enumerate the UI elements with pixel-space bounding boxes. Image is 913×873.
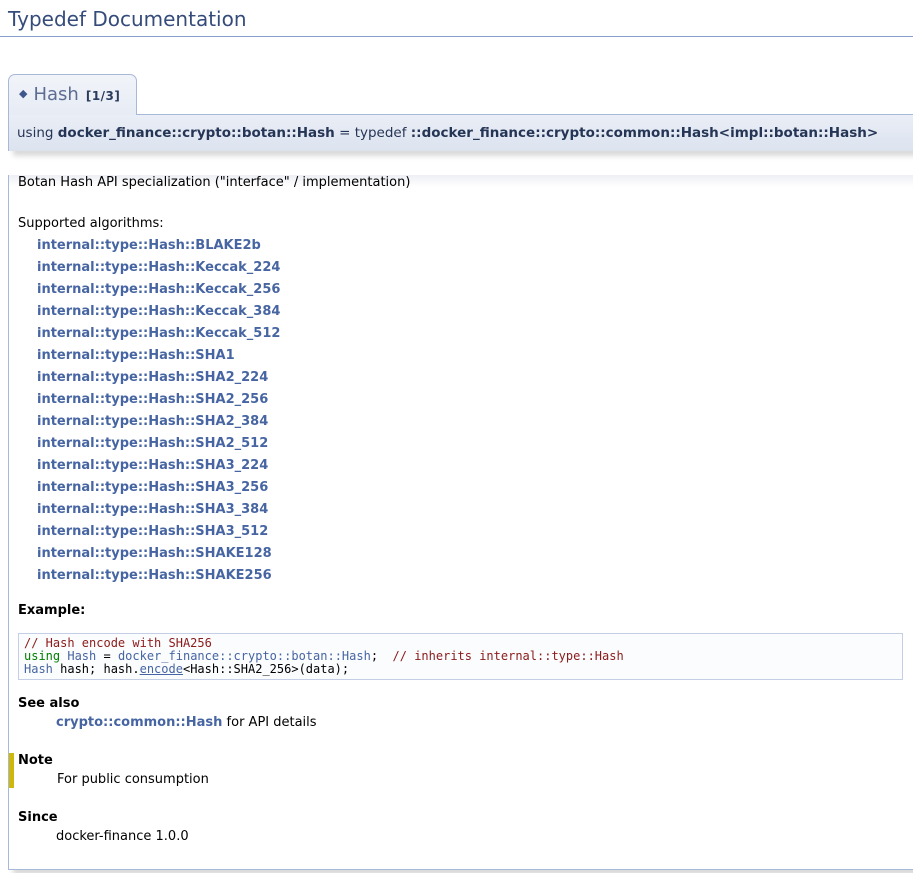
list-item: internal::type::Hash::SHA3_512 <box>37 521 903 543</box>
member-prototype: using docker_finance::crypto::botan::Has… <box>8 114 913 151</box>
list-item: internal::type::Hash::SHA2_512 <box>37 433 903 455</box>
code-comment: // inherits internal::type::Hash <box>393 649 624 663</box>
list-item: internal::type::Hash::SHA2_384 <box>37 411 903 433</box>
member-title-tab: ◆ Hash [1/3] <box>8 74 137 115</box>
note-text: For public consumption <box>57 772 903 788</box>
code-text: = <box>96 649 118 663</box>
list-item: internal::type::Hash::SHAKE256 <box>37 565 903 587</box>
page-title: Typedef Documentation <box>0 0 913 37</box>
since-text: docker-finance 1.0.0 <box>56 829 903 845</box>
list-item: internal::type::Hash::Keccak_384 <box>37 301 903 323</box>
proto-prefix: using <box>17 125 58 141</box>
member-item-hash: ◆Hash[1/3] using docker_finance::crypto:… <box>8 74 913 870</box>
algorithm-link[interactable]: internal::type::Hash::SHA3_224 <box>37 458 268 473</box>
note-section: Note For public consumption <box>9 753 903 788</box>
list-item: internal::type::Hash::SHA2_224 <box>37 367 903 389</box>
member-name: Hash <box>33 84 78 105</box>
list-item: internal::type::Hash::BLAKE2b <box>37 235 903 257</box>
list-item: internal::type::Hash::SHA3_384 <box>37 499 903 521</box>
proto-middle: = typedef <box>335 125 411 141</box>
algorithm-link[interactable]: internal::type::Hash::SHA2_256 <box>37 392 268 407</box>
list-item: internal::type::Hash::SHA3_256 <box>37 477 903 499</box>
algorithm-link[interactable]: internal::type::Hash::Keccak_224 <box>37 260 280 275</box>
member-overload-count: [1/3] <box>86 89 121 103</box>
code-botan-hash-link[interactable]: docker_finance::crypto::botan::Hash <box>118 649 371 663</box>
code-encode-link[interactable]: encode <box>140 662 183 676</box>
algorithm-link[interactable]: internal::type::Hash::SHA2_224 <box>37 370 268 385</box>
anchor-diamond-icon[interactable]: ◆ <box>19 87 27 100</box>
since-label: Since <box>18 810 903 826</box>
example-heading: Example: <box>18 603 903 618</box>
list-item: internal::type::Hash::SHA2_256 <box>37 389 903 411</box>
supported-algorithms-section: Supported algorithms: internal::type::Ha… <box>18 213 903 587</box>
typedef-target-type: ::docker_finance::crypto::common::Hash<i… <box>411 125 878 141</box>
algorithm-link[interactable]: internal::type::Hash::SHAKE256 <box>37 568 272 583</box>
algorithm-link[interactable]: internal::type::Hash::SHA2_512 <box>37 436 268 451</box>
member-documentation: Botan Hash API specialization ("interfac… <box>8 175 913 870</box>
list-item: internal::type::Hash::SHAKE128 <box>37 543 903 565</box>
supported-algorithms-heading: Supported algorithms: <box>18 213 903 235</box>
algorithm-link[interactable]: internal::type::Hash::Keccak_512 <box>37 326 280 341</box>
member-description: Botan Hash API specialization ("interfac… <box>18 175 903 190</box>
code-block: // Hash encode with SHA256 using Hash = … <box>18 633 903 680</box>
list-item: internal::type::Hash::Keccak_224 <box>37 257 903 279</box>
list-item: internal::type::Hash::Keccak_512 <box>37 323 903 345</box>
algorithm-link[interactable]: internal::type::Hash::SHAKE128 <box>37 546 272 561</box>
list-item: internal::type::Hash::SHA3_224 <box>37 455 903 477</box>
code-hash-link[interactable]: Hash <box>67 649 96 663</box>
code-text: hash; hash. <box>53 662 140 676</box>
list-item: internal::type::Hash::SHA1 <box>37 345 903 367</box>
code-text: ; <box>371 649 393 663</box>
algorithm-link[interactable]: internal::type::Hash::SHA3_256 <box>37 480 268 495</box>
algorithm-link[interactable]: internal::type::Hash::SHA1 <box>37 348 235 363</box>
see-also-suffix: for API details <box>222 715 316 730</box>
algorithm-list: internal::type::Hash::BLAKE2b internal::… <box>37 235 903 587</box>
algorithm-link[interactable]: internal::type::Hash::SHA2_384 <box>37 414 268 429</box>
code-text: <Hash::SHA2_256>(data); <box>183 662 349 676</box>
algorithm-link[interactable]: internal::type::Hash::SHA3_384 <box>37 502 268 517</box>
algorithm-link[interactable]: internal::type::Hash::Keccak_384 <box>37 304 280 319</box>
code-line: Hash hash; hash.encode<Hash::SHA2_256>(d… <box>24 663 897 676</box>
algorithm-link[interactable]: internal::type::Hash::Keccak_256 <box>37 282 280 297</box>
doc-page: Typedef Documentation ◆ Hash [1/3] using d… <box>0 0 913 870</box>
code-keyword: using <box>24 649 67 663</box>
list-item: internal::type::Hash::Keccak_256 <box>37 279 903 301</box>
typedef-name-link[interactable]: docker_finance::crypto::botan::Hash <box>58 125 335 141</box>
see-also-link[interactable]: crypto::common::Hash <box>56 715 222 730</box>
see-also-label: See also <box>18 696 903 712</box>
code-hash-link[interactable]: Hash <box>24 662 53 676</box>
algorithm-link[interactable]: internal::type::Hash::SHA3_512 <box>37 524 268 539</box>
see-also-section: See also crypto::common::Hash for API de… <box>18 696 903 731</box>
algorithm-link[interactable]: internal::type::Hash::BLAKE2b <box>37 238 261 253</box>
see-also-content: crypto::common::Hash for API details <box>56 715 903 731</box>
since-section: Since docker-finance 1.0.0 <box>18 810 903 845</box>
note-label: Note <box>18 753 903 769</box>
code-comment: // Hash encode with SHA256 <box>24 636 212 650</box>
